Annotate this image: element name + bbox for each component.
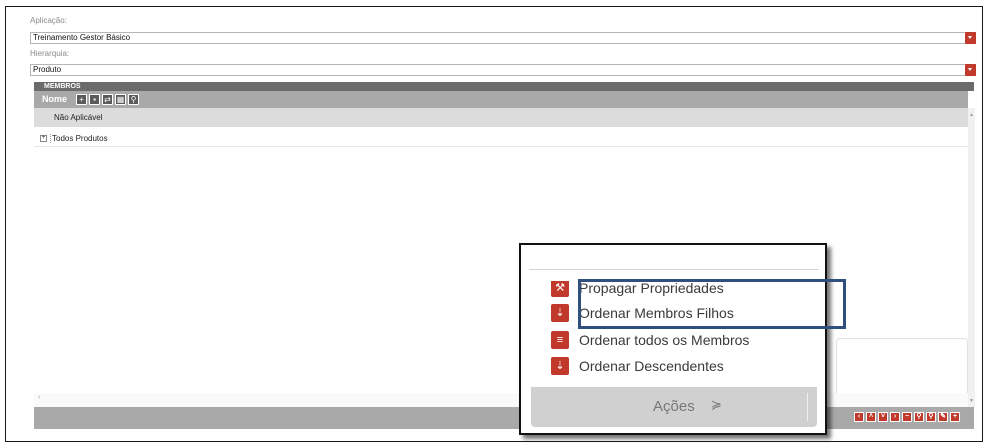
add-member-icon[interactable]: + xyxy=(76,94,87,105)
sort-descendants-icon: ⇣ xyxy=(551,357,569,375)
menu-item-label: Ordenar Descendentes xyxy=(579,358,724,374)
scroll-left-icon[interactable]: ‹ xyxy=(38,394,40,401)
first-button[interactable]: ‹ xyxy=(854,412,864,422)
move-icon[interactable]: ⇄ xyxy=(102,94,113,105)
tree-row-nao-aplicavel[interactable]: Não Aplicável xyxy=(34,108,968,127)
column-header-nome[interactable]: Nome xyxy=(42,94,67,104)
wrench-icon: ⚒ xyxy=(551,279,569,297)
search-button[interactable]: ⚲ xyxy=(914,412,924,422)
sort-children-icon: ⇣ xyxy=(551,304,569,322)
chevron-down-icon[interactable] xyxy=(965,32,976,44)
actions-button[interactable]: Ações ≽ xyxy=(531,387,817,427)
members-toolbar: Nome + ▪ ⇄ ▦ ⚲ xyxy=(34,91,968,108)
divider xyxy=(807,393,808,421)
menu-item-ordenar-descendentes[interactable]: ⇣ Ordenar Descendentes xyxy=(551,357,724,375)
aplicacao-select[interactable]: Treinamento Gestor Básico xyxy=(30,32,976,44)
tree-row-todos-produtos[interactable]: + Todos Produtos xyxy=(34,130,968,147)
menu-item-label: Ordenar todos os Membros xyxy=(579,332,750,348)
scroll-up-icon[interactable]: ▲ xyxy=(969,112,974,118)
remove-button[interactable]: − xyxy=(902,412,912,422)
double-chevron-icon: ≽ xyxy=(711,397,722,412)
edit-button[interactable]: ✎ xyxy=(938,412,948,422)
hierarquia-value: Produto xyxy=(33,65,62,74)
last-button[interactable]: › xyxy=(890,412,900,422)
horizontal-scrollbar[interactable]: ‹ xyxy=(34,393,968,407)
bottom-toolbar: ‹ ˄ ˅ › − ⚲ ⚲ ✎ + xyxy=(34,407,974,429)
copy-icon[interactable]: ▪ xyxy=(89,94,100,105)
hierarquia-select[interactable]: Produto xyxy=(30,64,976,76)
actions-label: Ações xyxy=(653,398,695,415)
filter-button[interactable]: ⚲ xyxy=(926,412,936,422)
aplicacao-label: Aplicação: xyxy=(30,16,67,25)
sort-all-icon: ≡ xyxy=(551,331,569,349)
vertical-scrollbar[interactable]: ▲ ▼ xyxy=(968,108,975,408)
move-up-button[interactable]: ˄ xyxy=(866,412,876,422)
grid-icon[interactable]: ▦ xyxy=(115,94,126,105)
highlight-box xyxy=(578,279,846,329)
search-icon[interactable]: ⚲ xyxy=(128,94,139,105)
chevron-down-icon[interactable] xyxy=(965,64,976,76)
divider xyxy=(529,269,819,270)
aplicacao-value: Treinamento Gestor Básico xyxy=(33,33,131,42)
hierarquia-label: Hierarquia: xyxy=(30,49,70,58)
add-button[interactable]: + xyxy=(950,412,960,422)
members-panel-title: MEMBROS xyxy=(34,82,974,91)
move-down-button[interactable]: ˅ xyxy=(878,412,888,422)
actions-popup: ⚒ Propagar Propriedades ⇣ Ordenar Membro… xyxy=(519,243,827,435)
scroll-down-icon[interactable]: ▼ xyxy=(969,398,974,404)
tree-row-label: Todos Produtos xyxy=(50,134,108,143)
expand-icon[interactable]: + xyxy=(40,135,47,143)
menu-item-ordenar-todos[interactable]: ≡ Ordenar todos os Membros xyxy=(551,331,749,349)
